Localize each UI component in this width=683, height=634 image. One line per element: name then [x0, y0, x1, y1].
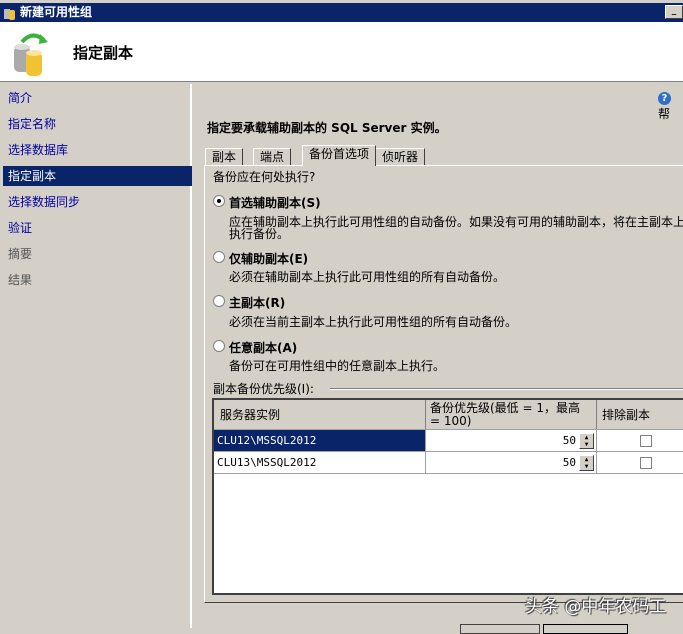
- title-bar: 新建可用性组 _: [0, 3, 683, 22]
- tab-backup-preferences[interactable]: 备份首选项: [302, 145, 377, 166]
- instance-cell: CLU12\MSSQL2012: [214, 430, 426, 451]
- sidebar-item-intro[interactable]: 简介: [3, 88, 192, 108]
- sidebar: 简介 指定名称 选择数据库 指定副本 选择数据同步 验证 摘要 结果: [0, 84, 192, 628]
- tab-listener[interactable]: 侦听器: [375, 148, 426, 166]
- radio-prefer-secondary[interactable]: [213, 195, 225, 207]
- column-header-priority[interactable]: 备份优先级(最低 = 1，最高 = 100): [426, 400, 597, 429]
- watermark: 头条 @中年农码工: [525, 597, 667, 617]
- help-icon: ?: [658, 92, 671, 105]
- priority-value: 50: [562, 456, 576, 469]
- option-desc: 备份可在可用性组中的任意副本上执行。: [229, 359, 446, 373]
- tab-replicas[interactable]: 副本: [205, 148, 244, 166]
- minimize-button[interactable]: _: [665, 5, 683, 19]
- option-desc: 必须在辅助副本上执行此可用性组的所有自动备份。: [229, 270, 506, 284]
- column-header-exclude[interactable]: 排除副本: [597, 400, 683, 429]
- priority-stepper[interactable]: 50 ▲ ▼: [426, 452, 597, 473]
- option-label: 主副本(R): [229, 296, 286, 310]
- option-desc: 执行备份。: [229, 227, 290, 241]
- option-label: 仅辅助副本(E): [229, 252, 309, 266]
- page-title: 指定副本: [73, 44, 134, 62]
- sidebar-item-databases[interactable]: 选择数据库: [3, 140, 192, 160]
- table-row[interactable]: CLU12\MSSQL2012 50 ▲ ▼: [214, 430, 683, 452]
- sidebar-item-replicas[interactable]: 指定副本: [3, 166, 192, 186]
- exclude-checkbox[interactable]: [640, 435, 652, 447]
- option-label: 任意副本(A): [229, 341, 298, 355]
- exclude-checkbox[interactable]: [640, 457, 652, 469]
- priority-value: 50: [562, 434, 576, 447]
- page-header: 指定副本: [0, 22, 683, 82]
- sidebar-item-data-sync[interactable]: 选择数据同步: [3, 192, 192, 212]
- sidebar-item-validation[interactable]: 验证: [3, 218, 192, 238]
- replica-priority-grid: 服务器实例 备份优先级(最低 = 1，最高 = 100) 排除副本 CLU12\…: [212, 398, 683, 595]
- help-link[interactable]: ?帮: [658, 90, 683, 122]
- tab-endpoints[interactable]: 端点: [253, 148, 292, 166]
- instance-cell: CLU13\MSSQL2012: [214, 452, 426, 473]
- backup-question: 备份应在何处执行?: [213, 170, 316, 184]
- next-button[interactable]: [543, 624, 628, 634]
- sidebar-item-results: 结果: [8, 273, 33, 287]
- radio-any-replica[interactable]: [213, 340, 225, 352]
- spin-buttons[interactable]: ▲ ▼: [579, 455, 594, 471]
- priority-label: 副本备份优先级(I):: [213, 382, 314, 396]
- radio-primary[interactable]: [213, 295, 225, 307]
- sidebar-item-summary: 摘要: [8, 247, 33, 261]
- window-title: 新建可用性组: [20, 5, 93, 19]
- exclude-cell: [597, 452, 683, 473]
- database-sync-icon: [14, 33, 48, 76]
- help-label: 帮: [658, 107, 671, 121]
- table-row[interactable]: CLU13\MSSQL2012 50 ▲ ▼: [214, 452, 683, 474]
- previous-button[interactable]: [460, 624, 540, 634]
- option-desc: 必须在当前主副本上执行此可用性组的所有自动备份。: [229, 315, 518, 329]
- exclude-cell: [597, 430, 683, 451]
- priority-stepper[interactable]: 50 ▲ ▼: [426, 430, 597, 451]
- divider: [330, 388, 683, 390]
- sidebar-item-name[interactable]: 指定名称: [3, 114, 192, 134]
- option-label: 首选辅助副本(S): [229, 196, 321, 210]
- app-icon: [4, 9, 15, 20]
- column-header-instance[interactable]: 服务器实例: [214, 400, 426, 429]
- grid-header: 服务器实例 备份优先级(最低 = 1，最高 = 100) 排除副本: [214, 400, 683, 430]
- section-heading: 指定要承载辅助副本的 SQL Server 实例。: [207, 121, 447, 135]
- radio-secondary-only[interactable]: [213, 251, 225, 263]
- spin-buttons[interactable]: ▲ ▼: [579, 433, 594, 449]
- option-desc: 应在辅助副本上执行此可用性组的自动备份。如果没有可用的辅助副本，将在主副本上: [229, 215, 683, 229]
